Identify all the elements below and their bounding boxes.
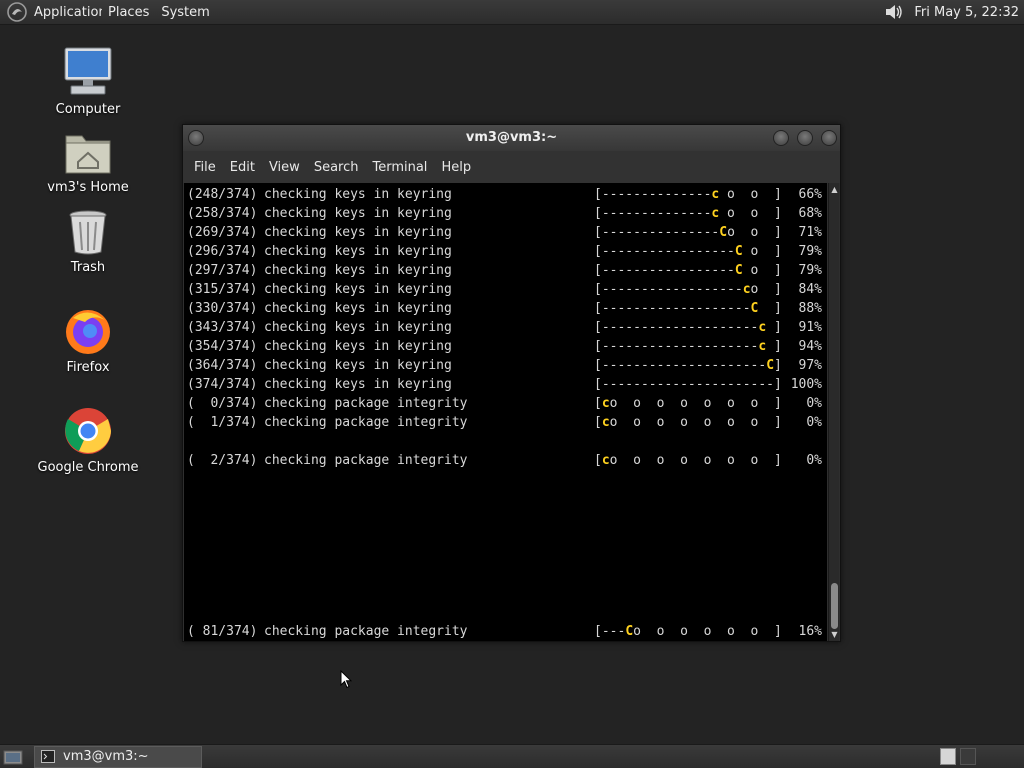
desktop-icon-label: Firefox: [66, 360, 110, 375]
desktop-icon-label: Google Chrome: [37, 460, 139, 475]
scroll-down-arrow-icon[interactable]: ▼: [830, 630, 839, 639]
terminal-line: (297/374) checking keys in keyring [------…: [187, 263, 822, 278]
desktop-icon-label: Trash: [70, 260, 106, 275]
show-desktop-icon[interactable]: [3, 748, 23, 766]
speaker-volume-icon[interactable]: [884, 2, 904, 22]
taskbar-item-label: vm3@vm3:~: [63, 749, 149, 764]
terminal-line: ( 0/374) checking package integrity [co o …: [187, 396, 822, 411]
desktop-icon-computer[interactable]: Computer: [28, 46, 148, 117]
mate-logo-icon[interactable]: [6, 1, 28, 23]
desktop-icon-home[interactable]: vm3's Home: [28, 128, 148, 195]
system-menu[interactable]: System: [155, 5, 215, 20]
terminal-scrollbar[interactable]: ▲ ▼: [828, 183, 839, 641]
terminal-output[interactable]: (248/374) checking keys in keyring [------…: [184, 183, 827, 641]
desktop-icon-firefox[interactable]: Firefox: [28, 306, 148, 375]
terminal-line: (248/374) checking keys in keyring [------…: [187, 187, 822, 202]
desktop-icon-chrome[interactable]: Google Chrome: [28, 406, 148, 475]
terminal-line: (296/374) checking keys in keyring [------…: [187, 244, 822, 259]
scrollbar-thumb[interactable]: [831, 583, 838, 629]
terminal-icon: [41, 750, 55, 763]
chrome-icon: [65, 408, 111, 454]
terminal-window[interactable]: vm3@vm3:~ File Edit View Search Terminal…: [182, 124, 841, 642]
menu-terminal[interactable]: Terminal: [365, 160, 434, 175]
taskbar-item-terminal[interactable]: vm3@vm3:~: [34, 746, 202, 768]
menu-help[interactable]: Help: [434, 160, 478, 175]
applications-menu[interactable]: Applications: [28, 5, 102, 20]
terminal-line: (269/374) checking keys in keyring [------…: [187, 225, 822, 240]
desktop-icon-label: Computer: [55, 102, 121, 117]
places-menu[interactable]: Places: [102, 5, 155, 20]
terminal-line: (374/374) checking keys in keyring [------…: [187, 377, 822, 392]
terminal-line: (330/374) checking keys in keyring [------…: [187, 301, 822, 316]
menu-view[interactable]: View: [262, 160, 307, 175]
minimize-button[interactable]: [773, 130, 789, 146]
workspace-switcher-1[interactable]: [940, 748, 956, 765]
top-panel: Applications Places System Fri May 5, 22…: [0, 0, 1024, 25]
desktop-icon-label: vm3's Home: [47, 180, 129, 195]
menu-file[interactable]: File: [187, 160, 223, 175]
terminal-line: (315/374) checking keys in keyring [------…: [187, 282, 822, 297]
menu-edit[interactable]: Edit: [223, 160, 262, 175]
terminal-menubar: File Edit View Search Terminal Help: [183, 151, 840, 183]
clock[interactable]: Fri May 5, 22:32: [910, 5, 1024, 20]
trash-icon: [69, 210, 107, 255]
firefox-icon: [66, 310, 110, 354]
close-button[interactable]: [821, 130, 837, 146]
window-title: vm3@vm3:~: [465, 130, 558, 145]
terminal-line: (258/374) checking keys in keyring [------…: [187, 206, 822, 221]
terminal-line: ( 2/374) checking package integrity [co o …: [187, 453, 822, 468]
terminal-line-current: ( 81/374) checking package integrity [---C…: [187, 624, 822, 639]
mouse-pointer-icon: [340, 670, 352, 689]
terminal-line: (354/374) checking keys in keyring [------…: [187, 339, 822, 354]
terminal-line: (343/374) checking keys in keyring [------…: [187, 320, 822, 335]
scroll-up-arrow-icon[interactable]: ▲: [830, 185, 839, 194]
terminal-line: (364/374) checking keys in keyring [------…: [187, 358, 822, 373]
bottom-panel: vm3@vm3:~: [0, 744, 1024, 768]
computer-icon: [64, 47, 112, 95]
maximize-button[interactable]: [797, 130, 813, 146]
window-menu-button[interactable]: [188, 130, 204, 146]
desktop-icon-trash[interactable]: Trash: [28, 208, 148, 275]
menu-search[interactable]: Search: [307, 160, 366, 175]
terminal-line: ( 1/374) checking package integrity [co o …: [187, 415, 822, 430]
home-folder-icon: [65, 135, 111, 174]
workspace-switcher-2[interactable]: [960, 748, 976, 765]
window-titlebar[interactable]: vm3@vm3:~: [183, 125, 840, 151]
